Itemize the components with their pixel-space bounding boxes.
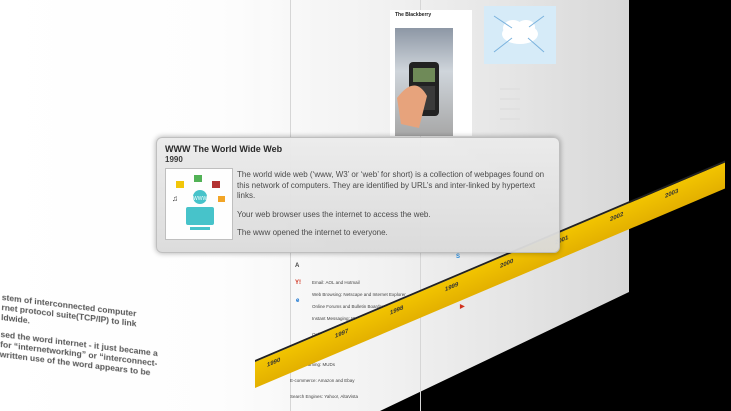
aol-logo: A: [295, 263, 300, 269]
timeline-year: 1997: [335, 328, 349, 341]
tooltip-year: 1990: [165, 155, 183, 164]
yahoo-logo: Y!: [295, 280, 301, 286]
timeline-year: 1990: [267, 357, 281, 369]
timeline-year: 2003: [665, 188, 679, 200]
blackberry-image: [395, 28, 453, 136]
ebay-logo: e: [296, 298, 300, 304]
wall-icon-row: [500, 88, 520, 90]
timeline-year: 1999: [445, 281, 459, 294]
side-text-line: ldwide.: [0, 311, 31, 326]
www-illustration: WWW ♫: [165, 168, 233, 240]
timeline-year: 1998: [390, 305, 404, 317]
wall-icon-row: [500, 108, 520, 110]
tooltip-paragraph: The world wide web (‘www, W3’ or ‘web’ f…: [237, 170, 545, 200]
svg-text:♫: ♫: [172, 194, 178, 203]
skype-logo: S: [456, 254, 461, 260]
youtube-logo: ▶: [460, 304, 465, 310]
tooltip-paragraph: Your web browser uses the internet to ac…: [237, 209, 431, 219]
timeline-year: 2000: [500, 258, 514, 271]
www-tooltip[interactable]: WWW The World Wide Web 1990 WWW ♫ The wo…: [156, 137, 560, 253]
cloud-computing-card[interactable]: [484, 6, 556, 64]
tooltip-paragraph: The www opened the internet to everyone.: [237, 228, 388, 237]
tooltip-title: WWW The World Wide Web: [165, 144, 283, 154]
list-item: Web Browsing: Netscape and Internet Expl…: [312, 292, 406, 297]
blackberry-card-title: The Blackberry: [395, 12, 432, 18]
list-item: E-commerce: Amazon and Ebay: [290, 378, 355, 383]
timeline-year: 2002: [610, 211, 624, 224]
list-item: Search Engines: Yahoo!, AltaVista: [290, 394, 359, 399]
list-item: Email: AOL and Hotmail: [312, 280, 360, 285]
wall-icon-row: [500, 98, 520, 100]
tooltip-description: The world wide web (‘www, W3’ or ‘web’ f…: [237, 170, 545, 247]
perspective-scene: The Blackberry Email: AOL and Hotmail We…: [0, 0, 731, 411]
wall-icon-row: [500, 118, 520, 120]
svg-text:WWW: WWW: [193, 196, 207, 202]
